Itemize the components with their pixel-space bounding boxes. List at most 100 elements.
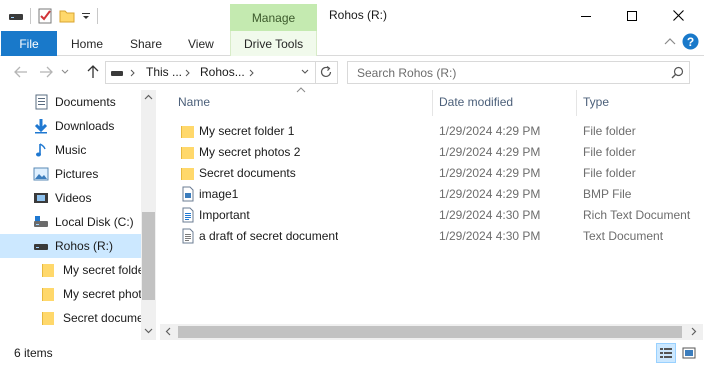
nav-item-music[interactable]: Music <box>0 138 141 162</box>
separator <box>30 8 31 24</box>
breadcrumb-chevron-icon[interactable] <box>185 69 191 77</box>
nav-item-folder-3[interactable]: Secret documents <box>0 306 141 330</box>
nav-scrollbar-thumb[interactable] <box>142 212 155 300</box>
up-button[interactable] <box>83 62 103 82</box>
breadcrumb-chevron-icon[interactable] <box>249 69 255 77</box>
up-arrow-icon <box>87 65 99 79</box>
file-row[interactable]: image1 1/29/2024 4:29 PM BMP File <box>172 184 697 205</box>
nav-label: Music <box>55 143 87 157</box>
drive-icon[interactable] <box>8 10 24 22</box>
forward-arrow-icon <box>39 66 53 78</box>
manage-context-tab[interactable]: Manage <box>230 4 317 31</box>
column-divider[interactable] <box>432 90 433 116</box>
search-icon[interactable] <box>671 66 684 79</box>
close-icon <box>672 10 684 21</box>
bmp-file-icon <box>180 186 196 202</box>
search-box[interactable]: Search Rohos (R:) <box>347 61 690 84</box>
nav-item-documents[interactable]: Documents <box>0 90 141 114</box>
forward-button[interactable] <box>36 62 56 82</box>
recent-locations-button[interactable] <box>58 62 72 82</box>
pictures-icon <box>33 166 49 182</box>
column-header-type[interactable]: Type <box>583 95 609 109</box>
folder-icon <box>180 165 196 181</box>
new-folder-icon[interactable] <box>59 8 75 24</box>
nav-item-folder-2[interactable]: My secret photos 2 <box>0 282 141 306</box>
downloads-icon <box>33 118 49 134</box>
details-view-button[interactable] <box>656 343 676 363</box>
nav-label: Videos <box>55 191 92 205</box>
properties-icon[interactable] <box>37 8 53 24</box>
expand-ribbon-icon[interactable] <box>664 37 676 45</box>
status-bar <box>0 341 704 365</box>
minimize-button[interactable] <box>563 0 609 31</box>
file-row[interactable]: My secret photos 2 1/29/2024 4:29 PM Fil… <box>172 142 697 163</box>
folder-icon <box>180 144 196 160</box>
column-header-name[interactable]: Name <box>178 95 210 109</box>
nav-label: Pictures <box>55 167 99 181</box>
local-disk-icon <box>33 214 49 230</box>
file-row[interactable]: Secret documents 1/29/2024 4:29 PM File … <box>172 163 697 184</box>
nav-item-folder-1[interactable]: My secret folder 1 <box>0 258 141 282</box>
tab-share[interactable]: Share <box>130 31 162 56</box>
rtf-file-icon <box>180 207 196 223</box>
tab-drive-tools[interactable]: Drive Tools <box>244 31 303 56</box>
large-icons-view-icon <box>682 347 696 359</box>
file-name: image1 <box>199 187 239 201</box>
file-name: Secret documents <box>199 166 296 180</box>
file-type: File folder <box>583 166 636 180</box>
nav-label: My secret photos 2 <box>63 287 141 301</box>
documents-icon <box>33 94 49 110</box>
file-row[interactable]: Important 1/29/2024 4:30 PM Rich Text Do… <box>172 205 697 226</box>
txt-file-icon <box>180 228 196 244</box>
tab-view[interactable]: View <box>188 31 214 56</box>
customize-toolbar-icon[interactable] <box>81 11 91 21</box>
back-arrow-icon <box>14 66 28 78</box>
back-button[interactable] <box>11 62 31 82</box>
drive-icon <box>33 238 49 254</box>
nav-label: Documents <box>55 95 116 109</box>
close-button[interactable] <box>655 0 701 31</box>
folder-icon <box>41 286 57 302</box>
folder-icon <box>180 123 196 139</box>
window-title: Rohos (R:) <box>329 8 388 22</box>
tab-home[interactable]: Home <box>71 31 103 56</box>
scroll-down-arrow-icon[interactable] <box>144 328 153 334</box>
file-type: File folder <box>583 145 636 159</box>
file-row[interactable]: a draft of secret document 1/29/2024 4:3… <box>172 226 697 247</box>
details-view-icon <box>659 347 673 359</box>
breadcrumb-this-pc[interactable]: This ... <box>146 65 182 79</box>
large-icons-view-button[interactable] <box>679 343 699 363</box>
column-divider[interactable] <box>576 90 577 116</box>
help-icon[interactable]: ? <box>682 33 699 50</box>
content-horizontal-scrollbar-thumb[interactable] <box>178 326 682 338</box>
file-name: a draft of secret document <box>199 229 339 243</box>
quick-access-toolbar <box>8 7 98 25</box>
maximize-button[interactable] <box>609 0 655 31</box>
file-date: 1/29/2024 4:29 PM <box>439 187 541 201</box>
nav-item-pictures[interactable]: Pictures <box>0 162 141 186</box>
scroll-up-arrow-icon[interactable] <box>144 94 153 100</box>
nav-item-local-disk[interactable]: Local Disk (C:) <box>0 210 141 234</box>
nav-item-rohos[interactable]: Rohos (R:) <box>0 234 141 258</box>
nav-item-videos[interactable]: Videos <box>0 186 141 210</box>
scroll-left-arrow-icon[interactable] <box>165 327 171 336</box>
refresh-icon[interactable] <box>319 65 333 79</box>
address-drive-icon <box>110 68 124 78</box>
address-divider <box>315 61 316 84</box>
column-header-date[interactable]: Date modified <box>439 95 513 109</box>
music-icon <box>33 142 49 158</box>
item-count: 6 items <box>14 346 53 360</box>
nav-item-downloads[interactable]: Downloads <box>0 114 141 138</box>
file-tab[interactable]: File <box>1 31 57 56</box>
address-history-chevron-icon[interactable] <box>301 69 309 75</box>
file-date: 1/29/2024 4:30 PM <box>439 229 541 243</box>
file-type: BMP File <box>583 187 632 201</box>
file-type: Text Document <box>583 229 664 243</box>
file-date: 1/29/2024 4:30 PM <box>439 208 541 222</box>
scroll-right-arrow-icon[interactable] <box>691 327 697 336</box>
file-row[interactable]: My secret folder 1 1/29/2024 4:29 PM Fil… <box>172 121 697 142</box>
breadcrumb-rohos[interactable]: Rohos... <box>200 65 245 79</box>
file-date: 1/29/2024 4:29 PM <box>439 166 541 180</box>
minimize-icon <box>581 11 591 21</box>
breadcrumb-chevron-icon[interactable] <box>130 69 136 77</box>
